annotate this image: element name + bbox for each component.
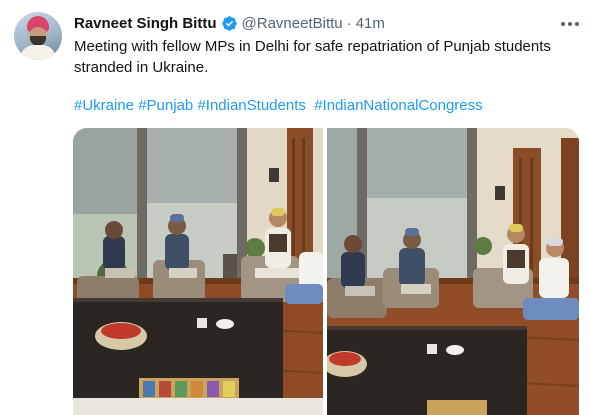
more-dot xyxy=(568,22,572,26)
hashtag-list: #Ukraine #Punjab #IndianStudents #Indian… xyxy=(74,96,483,116)
avatar-coat xyxy=(20,45,56,60)
hashtag-link[interactable]: #Punjab xyxy=(138,97,193,114)
meeting-photo-1[interactable] xyxy=(73,128,323,415)
tweet-timestamp[interactable]: 41m xyxy=(356,15,385,32)
hashtag-link[interactable]: #IndianNationalCongress xyxy=(314,97,482,114)
more-options-icon[interactable] xyxy=(560,14,580,34)
header-separator: · xyxy=(346,14,352,32)
author-handle[interactable]: @RavneetBittu xyxy=(242,15,343,32)
meeting-photo-2[interactable] xyxy=(327,128,579,415)
author-display-name[interactable]: Ravneet Singh Bittu xyxy=(74,15,217,32)
tweet-header: Ravneet Singh Bittu @RavneetBittu · 41m xyxy=(74,13,385,33)
tweet-text: Meeting with fellow MPs in Delhi for saf… xyxy=(74,38,551,76)
tweet[interactable]: Ravneet Singh Bittu @RavneetBittu · 41m … xyxy=(0,0,590,415)
more-dot xyxy=(575,22,579,26)
hashtag-link[interactable]: #IndianStudents xyxy=(197,97,305,114)
verified-badge-icon xyxy=(221,15,238,32)
avatar[interactable] xyxy=(14,12,62,60)
tweet-media-grid xyxy=(73,128,579,415)
hashtag-link[interactable]: #Ukraine xyxy=(74,97,134,114)
more-dot xyxy=(561,22,565,26)
